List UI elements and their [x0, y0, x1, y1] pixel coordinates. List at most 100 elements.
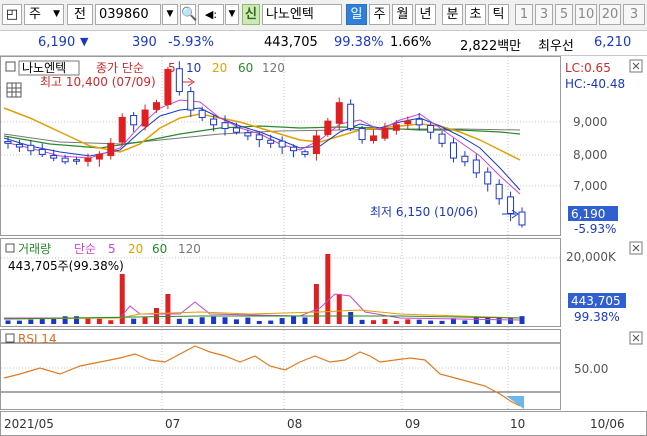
volume-bar [16, 320, 22, 324]
volume-bar [211, 316, 217, 324]
candle-body [73, 159, 81, 162]
period-second[interactable]: 초 [465, 4, 486, 25]
candle-body [38, 148, 46, 155]
volume-bar [325, 254, 331, 324]
volume-bar [302, 317, 308, 324]
period-day[interactable]: 일 [346, 4, 367, 25]
volume-bar [439, 320, 445, 324]
vol-ma120-label: 120 [178, 242, 201, 256]
candle-body [198, 109, 206, 118]
x-label-07: 07 [165, 417, 180, 431]
y-tick-8000: 8,000 [573, 148, 607, 162]
jeon-button[interactable]: 전 [67, 4, 93, 25]
candle-body [324, 120, 332, 135]
current-price: 6,190 [38, 35, 76, 50]
candle-body [370, 135, 378, 142]
period-tick[interactable]: 틱 [488, 4, 509, 25]
collapse-icon[interactable] [5, 61, 16, 72]
period-minute[interactable]: 분 [442, 4, 463, 25]
candle-body [175, 68, 183, 93]
candle-body [141, 109, 149, 127]
table-icon[interactable] [6, 82, 22, 98]
volume-bar [393, 320, 399, 324]
y-tick-9000: 9,000 [573, 115, 607, 129]
candle-body [130, 115, 138, 126]
candle-body [221, 122, 229, 130]
type-select[interactable]: 주 ▼ [24, 4, 64, 25]
volume-bar [108, 320, 114, 324]
period-month[interactable]: 월 [392, 4, 413, 25]
volume-bar [382, 318, 388, 324]
price-tag-text: 6,190 [571, 207, 605, 221]
candle-body [244, 132, 252, 137]
price-panel-name: 나노엔텍 [22, 61, 66, 75]
candle-body [107, 142, 115, 157]
trade-amount: 2,822백만 [460, 39, 522, 54]
volume-bar [508, 317, 514, 324]
priority-price: 6,210 [594, 35, 632, 50]
minute-30[interactable]: 3 [623, 4, 645, 25]
volume-value-label: 443,705주(99.38%) [8, 259, 124, 273]
credit-badge: 신 [242, 4, 260, 25]
window-icon[interactable]: ◰ [2, 4, 22, 25]
candle-body [61, 157, 69, 163]
volume-bar [348, 312, 354, 324]
ma10-label: 10 [186, 61, 201, 75]
speaker-icon[interactable]: ◀: [198, 4, 224, 25]
volume-bar [245, 317, 251, 324]
candle-body [15, 143, 23, 148]
candle-body [210, 118, 218, 126]
minute-5[interactable]: 5 [555, 4, 573, 25]
volume-bar [188, 318, 194, 324]
stock-code-input[interactable]: 039860 [95, 4, 161, 25]
candle-body [118, 116, 126, 143]
candle-body [381, 128, 389, 139]
volume-bar [62, 316, 68, 324]
rate-tag-text: -5.93% [574, 222, 616, 236]
x-axis [0, 411, 647, 436]
speaker-dropdown-icon[interactable]: ▼ [225, 4, 239, 25]
volume-collapse-icon[interactable] [5, 243, 15, 253]
minute-10[interactable]: 10 [575, 4, 597, 25]
candle-body [347, 103, 355, 130]
period-week[interactable]: 주 [369, 4, 390, 25]
volume-bar [5, 320, 11, 324]
rsi-panel [0, 329, 561, 410]
minute-3[interactable]: 3 [535, 4, 553, 25]
volume-bar [336, 294, 342, 324]
candle-body [484, 171, 492, 185]
volume-bar [222, 317, 228, 324]
candle-body [278, 140, 286, 148]
candle-body [495, 183, 503, 200]
candle-body [27, 144, 35, 152]
stock-chart[interactable]: 나노엔텍 종가 단순 5 10 20 60 120 최고 10,400 (07/… [0, 56, 647, 436]
rsi-y-tick: 50.00 [574, 362, 608, 376]
volume-bar [462, 320, 468, 324]
volume-bar [96, 318, 102, 324]
volume-bar [291, 316, 297, 324]
candle-body [152, 102, 160, 110]
period-year[interactable]: 년 [415, 4, 436, 25]
x-label-2021-05: 2021/05 [4, 417, 54, 431]
x-label-08: 08 [287, 417, 302, 431]
low-annotation: 최저 6,150 (10/06) [370, 205, 478, 219]
quote-bar: 6,190 ▼ 390 -5.93% 443,705 99.38% 1.66% … [0, 31, 647, 56]
high-annotation: 최고 10,400 (07/09) [40, 75, 156, 89]
volume-bar [371, 320, 377, 324]
volume-bar [233, 319, 239, 324]
minute-20[interactable]: 20 [599, 4, 621, 25]
stock-name: 나노엔텍 [262, 4, 342, 25]
candle-body [187, 91, 195, 111]
code-dropdown-icon[interactable]: ▼ [162, 4, 178, 25]
toolbar: ◰ 주 ▼ 전 039860 ▼ 🔍 ◀: ▼ 신 나노엔텍 일 주 월 년 분… [0, 0, 647, 31]
volume-bar [165, 294, 171, 324]
volume-bar [131, 318, 137, 324]
volume-bar [519, 316, 525, 324]
volume-bar [268, 320, 274, 324]
volume-title: 거래량 [18, 242, 51, 256]
minute-1[interactable]: 1 [515, 4, 533, 25]
rsi-collapse-icon[interactable] [5, 333, 15, 343]
candle-body [84, 157, 92, 162]
candle-body [4, 140, 12, 144]
search-icon[interactable]: 🔍 [180, 4, 197, 25]
